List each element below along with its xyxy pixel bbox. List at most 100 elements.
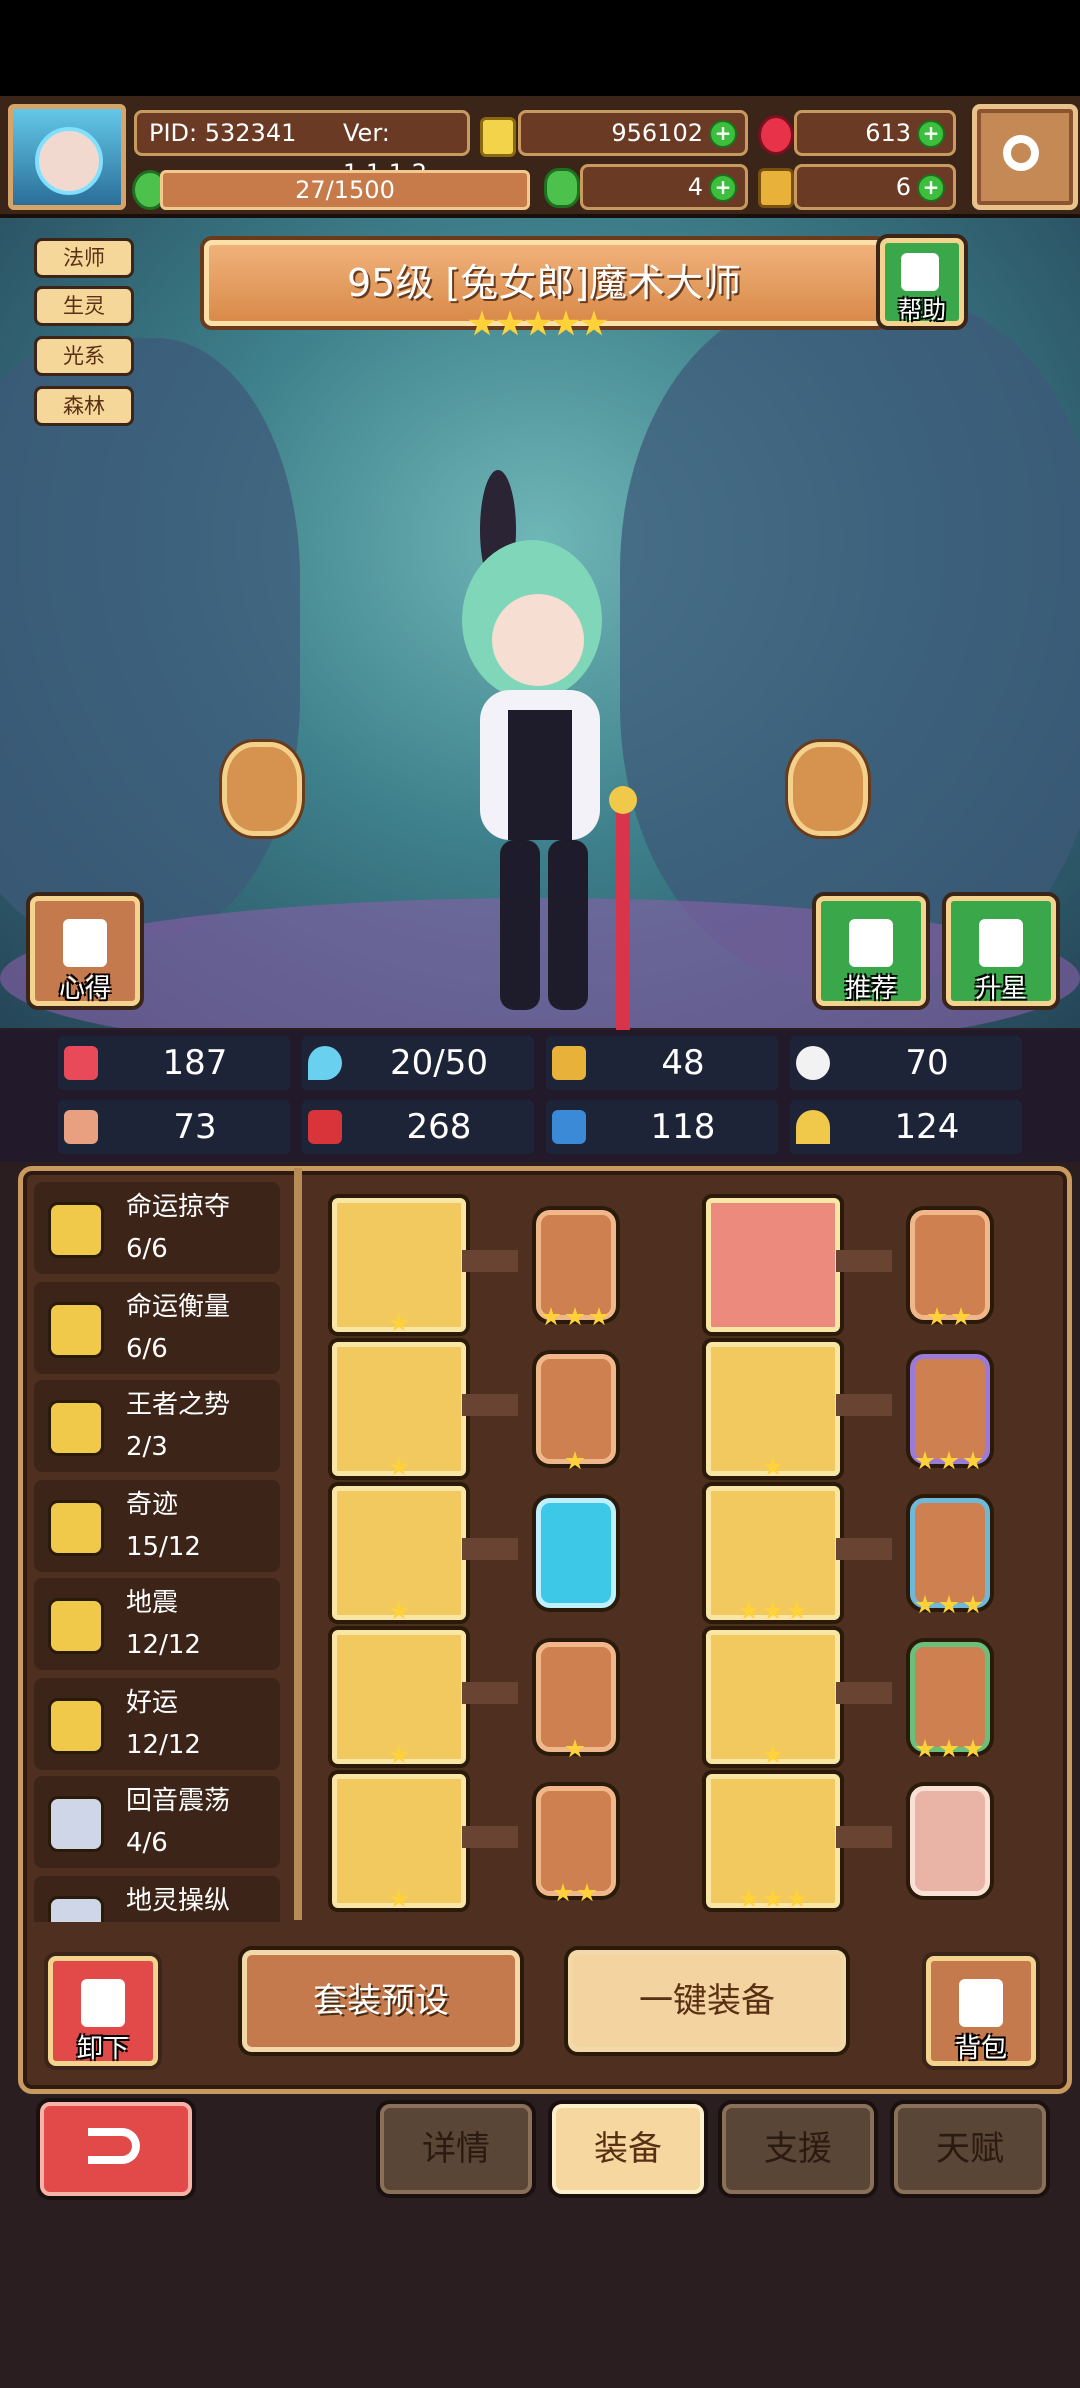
set-name: 地灵操纵	[126, 1886, 231, 1916]
backpack-icon	[959, 1979, 1003, 2027]
key-icon	[758, 168, 794, 208]
stat-value: 20/50	[390, 1043, 488, 1083]
add-clover-button[interactable]: +	[709, 174, 737, 202]
set-item[interactable]: 回音震荡 4/6	[34, 1776, 280, 1868]
help-button[interactable]: 帮助	[880, 238, 964, 326]
tab-equipment[interactable]: 装备	[552, 2104, 704, 2194]
equip-rune-8[interactable]	[910, 1498, 990, 1614]
slot-connector	[462, 1826, 518, 1848]
recommend-label: 推荐	[844, 974, 897, 1004]
equip-slot-armor[interactable]	[706, 1342, 840, 1476]
equip-slot-ring[interactable]	[332, 1774, 466, 1908]
set-medal-icon	[48, 1202, 104, 1258]
equip-slot-orb[interactable]	[332, 1342, 466, 1476]
slot-connector	[836, 1682, 892, 1704]
star-badge-icon	[979, 919, 1023, 967]
equip-slot-weapon[interactable]	[332, 1198, 466, 1332]
clover-value: 4	[687, 173, 703, 201]
set-item[interactable]: 地灵操纵	[34, 1876, 280, 1922]
set-item[interactable]: 好运 12/12	[34, 1678, 280, 1770]
boot-icon	[552, 1110, 586, 1144]
recommend-button[interactable]: 推荐	[816, 896, 926, 1006]
tab-support[interactable]: 支援	[722, 2104, 874, 2194]
tab-details[interactable]: 详情	[380, 2104, 532, 2194]
stat-value: 187	[162, 1043, 228, 1083]
backpack-label: 背包	[954, 2034, 1007, 2064]
equip-rune-10[interactable]	[910, 1786, 990, 1896]
stat-attack: 73	[58, 1100, 290, 1154]
tag-class[interactable]: 法师	[34, 238, 134, 278]
star-icon	[739, 1601, 759, 1620]
heart-icon	[64, 1046, 98, 1080]
add-ruby-button[interactable]: +	[917, 120, 945, 148]
star-icon	[787, 1889, 807, 1908]
player-avatar[interactable]	[8, 104, 126, 210]
backpack-button[interactable]: 背包	[926, 1956, 1036, 2066]
stat-hp: 187	[58, 1036, 290, 1090]
add-gold-button[interactable]: +	[709, 120, 737, 148]
tag-race[interactable]: 生灵	[34, 286, 134, 326]
medal-right-icon[interactable]	[788, 742, 868, 836]
set-preset-button[interactable]: 套装预设	[242, 1950, 520, 2052]
set-item[interactable]: 王者之势 2/3	[34, 1380, 280, 1472]
tag-terrain[interactable]: 森林	[34, 386, 134, 426]
tag-element[interactable]: 光系	[34, 336, 134, 376]
settings-button[interactable]	[972, 104, 1078, 210]
add-key-button[interactable]: +	[917, 174, 945, 202]
medal-left-icon[interactable]	[222, 742, 302, 836]
notes-button[interactable]: 心得	[30, 896, 140, 1006]
key-value: 6	[895, 173, 911, 201]
set-medal-icon	[48, 1896, 104, 1922]
gold-value: 956102	[611, 119, 703, 147]
tab-talent[interactable]: 天赋	[894, 2104, 1046, 2194]
equip-rune-2[interactable]	[536, 1354, 616, 1470]
clover-counter: 4 +	[580, 164, 748, 210]
notes-label: 心得	[58, 974, 111, 1004]
set-medal-icon	[48, 1698, 104, 1754]
slot-connector	[836, 1538, 892, 1560]
set-item[interactable]: 命运掠夺 6/6	[34, 1182, 280, 1274]
player-id: PID: 532341	[149, 119, 297, 147]
equip-rune-7[interactable]	[910, 1354, 990, 1470]
wing-icon	[796, 1046, 830, 1080]
equip-rune-3[interactable]	[536, 1498, 616, 1608]
unequip-button[interactable]: 卸下	[48, 1956, 158, 2066]
equip-slot-boots[interactable]	[706, 1774, 840, 1908]
equip-rune-5[interactable]	[536, 1786, 616, 1902]
gold-coin-icon	[480, 117, 516, 157]
back-button[interactable]	[40, 2102, 192, 2196]
set-item[interactable]: 奇迹 15/12	[34, 1480, 280, 1572]
star-up-button[interactable]: 升星	[946, 896, 1056, 1006]
stat-value: 268	[406, 1107, 472, 1147]
set-item[interactable]: 命运衡量 6/6	[34, 1282, 280, 1374]
set-name: 回音震荡	[126, 1786, 231, 1816]
star-icon	[763, 1457, 783, 1476]
equip-slot-necklace[interactable]	[332, 1486, 466, 1620]
hero-title: 95级 [兔女郎]魔术大师	[204, 240, 884, 326]
star-icon	[389, 1601, 409, 1620]
equip-rune-4[interactable]	[536, 1642, 616, 1758]
equip-rune-6[interactable]	[910, 1210, 990, 1326]
clover-icon	[544, 168, 580, 208]
set-medal-icon	[48, 1400, 104, 1456]
tree-right	[620, 298, 1080, 978]
star-icon	[389, 1889, 409, 1908]
equip-slot-scepter[interactable]	[706, 1486, 840, 1620]
equip-slot-belt[interactable]	[706, 1630, 840, 1764]
stat-agility: 70	[790, 1036, 1022, 1090]
bunny-girl-hero[interactable]	[420, 470, 670, 1030]
energy-bar: 27/1500	[160, 170, 530, 210]
set-item[interactable]: 地震 12/12	[34, 1578, 280, 1670]
equip-slot-brooch[interactable]	[332, 1630, 466, 1764]
equip-rune-1[interactable]	[536, 1210, 616, 1326]
equip-rune-9[interactable]	[910, 1642, 990, 1758]
equip-slot-hat[interactable]	[706, 1198, 840, 1332]
panel-divider	[294, 1168, 302, 1920]
one-click-equip-button[interactable]: 一键装备	[568, 1950, 846, 2052]
set-bonus-list[interactable]: 命运掠夺 6/6 命运衡量 6/6 王者之势 2/3 奇迹 15/12 地震 12/12 …	[34, 1182, 286, 1922]
tree-left	[0, 338, 300, 938]
horseshoe-icon	[796, 1110, 830, 1144]
question-icon	[901, 253, 939, 291]
star-icon	[763, 1601, 783, 1620]
stat-defense: 48	[546, 1036, 778, 1090]
